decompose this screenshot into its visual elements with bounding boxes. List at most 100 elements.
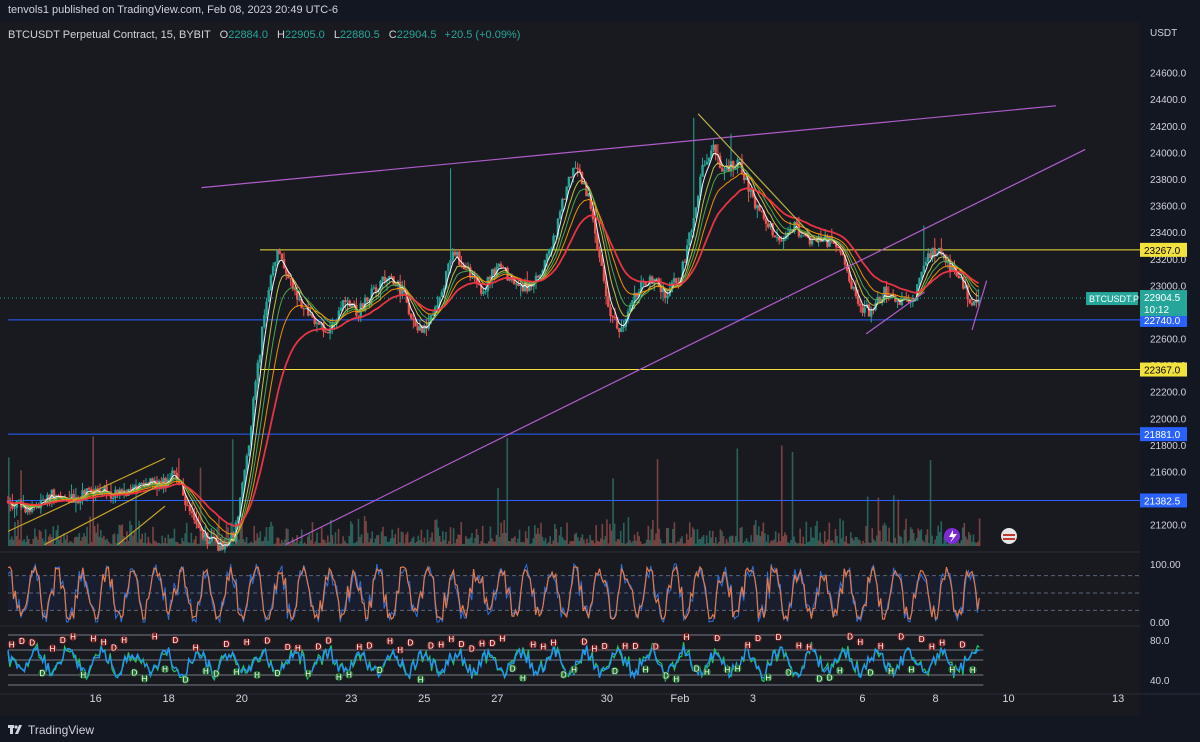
volume-bar bbox=[461, 543, 464, 546]
volume-bar bbox=[762, 522, 765, 546]
osc2-marker-label: H bbox=[949, 665, 955, 674]
change-value: +20.5 (+0.09%) bbox=[444, 29, 521, 41]
volume-bar bbox=[115, 542, 117, 546]
volume-bar bbox=[277, 537, 280, 546]
volume-bar bbox=[894, 537, 897, 546]
candle-body bbox=[721, 167, 724, 172]
y-tick-label: 24000.0 bbox=[1150, 148, 1187, 159]
volume-bar bbox=[805, 521, 808, 546]
volume-bar bbox=[38, 529, 41, 546]
candle-body bbox=[13, 507, 16, 509]
volume-bar bbox=[840, 538, 843, 546]
volume-bar bbox=[563, 539, 565, 546]
candle-body bbox=[346, 300, 349, 302]
volume-bar bbox=[816, 520, 818, 546]
osc2-marker-label: H bbox=[234, 668, 240, 677]
volume-bar bbox=[791, 451, 794, 546]
footer-bar: TradingView bbox=[0, 716, 1200, 742]
candle-body bbox=[186, 505, 189, 507]
volume-bar bbox=[719, 529, 722, 546]
level-price-label: 22367.0 bbox=[1144, 366, 1181, 377]
volume-bar bbox=[282, 542, 285, 546]
volume-bar bbox=[914, 541, 917, 546]
candle-body bbox=[342, 300, 345, 308]
volume-bar bbox=[457, 534, 459, 546]
volume-bar bbox=[785, 535, 788, 546]
osc2-marker-label: D bbox=[19, 637, 25, 646]
volume-bar bbox=[935, 535, 938, 546]
y-tick-label: 21600.0 bbox=[1150, 468, 1187, 479]
volume-bar bbox=[940, 521, 943, 546]
candle-body bbox=[618, 328, 621, 333]
y-tick-label: 23400.0 bbox=[1150, 228, 1187, 239]
volume-bar bbox=[978, 518, 981, 546]
candle-body bbox=[782, 239, 785, 242]
volume-bar bbox=[627, 517, 630, 546]
volume-bar bbox=[580, 537, 582, 546]
candle-body bbox=[563, 198, 566, 200]
open-key: O bbox=[219, 29, 229, 41]
volume-bar bbox=[369, 538, 372, 546]
volume-bar bbox=[155, 541, 157, 546]
volume-bar bbox=[569, 541, 571, 546]
volume-bar bbox=[126, 531, 128, 546]
volume-bar bbox=[880, 541, 883, 546]
volume-bar bbox=[49, 534, 52, 546]
price-chart[interactable]: USDT 24600.0 24400.0 24200.0 24000.0 23800.0 2… bbox=[0, 22, 1200, 716]
osc2-marker-label: H bbox=[857, 638, 863, 647]
osc2-marker-label: H bbox=[305, 670, 311, 679]
osc2-marker-label: D bbox=[223, 640, 229, 649]
volume-bar bbox=[259, 531, 262, 546]
volume-bar bbox=[882, 525, 884, 546]
volume-bar bbox=[650, 528, 653, 546]
volume-bar bbox=[779, 541, 782, 546]
candle-body bbox=[850, 281, 853, 289]
volume-bar bbox=[715, 537, 717, 546]
osc2-marker-label: H bbox=[540, 643, 546, 652]
volume-bar bbox=[695, 543, 697, 546]
candle-body bbox=[675, 278, 678, 284]
y-tick-label: 22200.0 bbox=[1150, 388, 1187, 399]
osc2-marker-label: D bbox=[315, 643, 321, 652]
volume-bar bbox=[909, 527, 912, 546]
open-value: 22884.0 bbox=[228, 29, 268, 41]
osc2-marker-label: H bbox=[438, 640, 444, 649]
volume-bar bbox=[946, 543, 949, 546]
volume-bar bbox=[658, 528, 660, 546]
candle-body bbox=[666, 295, 669, 298]
volume-bar bbox=[270, 521, 272, 546]
volume-bar bbox=[264, 536, 266, 546]
volume-bar bbox=[93, 526, 96, 546]
volume-bar bbox=[211, 541, 214, 546]
x-tick-label: Feb bbox=[670, 693, 689, 705]
volume-bar bbox=[486, 543, 489, 546]
volume-bar bbox=[915, 538, 918, 546]
volume-bar bbox=[109, 543, 111, 546]
volume-bar bbox=[872, 539, 875, 546]
candle-body bbox=[558, 211, 562, 219]
osc2-marker-label: H bbox=[878, 642, 884, 651]
candle-body bbox=[276, 250, 279, 263]
high-value: 22905.0 bbox=[284, 29, 325, 41]
brand-label[interactable]: TradingView bbox=[28, 723, 94, 737]
volume-bar bbox=[675, 543, 677, 546]
volume-bar bbox=[158, 542, 160, 546]
volume-bar bbox=[765, 541, 768, 546]
volume-bar bbox=[578, 540, 581, 546]
volume-bar bbox=[853, 540, 855, 546]
osc2-marker-label: D bbox=[408, 639, 414, 648]
volume-bar bbox=[646, 539, 648, 546]
volume-bar bbox=[771, 540, 774, 546]
candle-body bbox=[929, 253, 932, 259]
volume-bar bbox=[547, 542, 550, 546]
osc2-marker-label: H bbox=[684, 633, 690, 642]
candle-body bbox=[482, 291, 485, 294]
volume-bar bbox=[681, 536, 683, 546]
last-price-value: 22904.5 bbox=[1144, 293, 1181, 304]
candle-body bbox=[896, 300, 899, 302]
volume-bar bbox=[468, 538, 470, 546]
bar-countdown: 10:12 bbox=[1144, 305, 1169, 316]
volume-bar bbox=[394, 534, 397, 546]
volume-bar bbox=[649, 540, 651, 546]
tradingview-logo-icon[interactable] bbox=[8, 722, 22, 736]
